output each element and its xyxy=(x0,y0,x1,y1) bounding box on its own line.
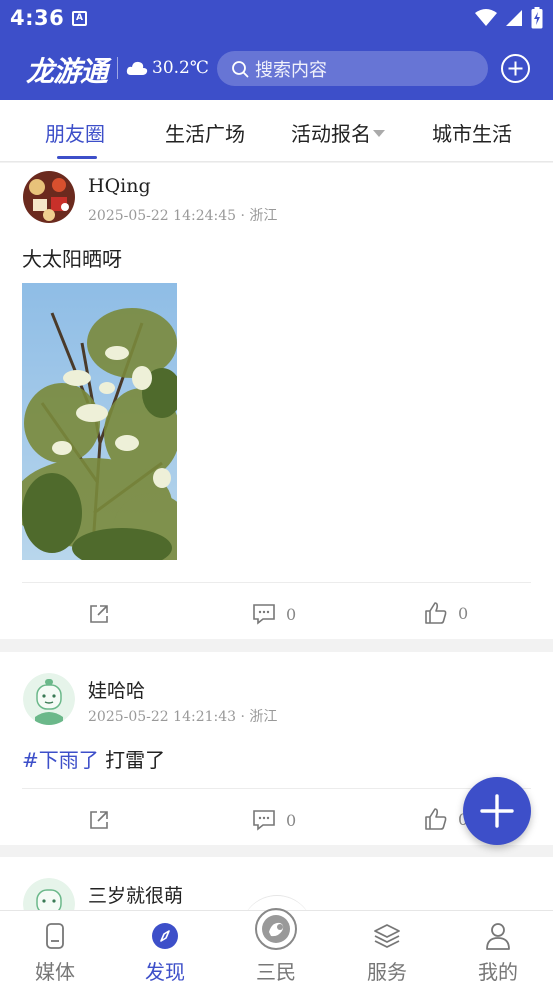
search-icon xyxy=(232,60,249,77)
weather[interactable]: 30.2℃ xyxy=(126,58,209,78)
hashtag-link[interactable]: #下雨了 xyxy=(22,748,99,772)
avatar[interactable] xyxy=(23,673,75,725)
search-placeholder: 搜索内容 xyxy=(255,59,327,81)
status-bar: 4:36 A xyxy=(0,0,553,36)
system-icons xyxy=(475,7,543,29)
nav-label: 三民 xyxy=(256,960,296,984)
avatar[interactable] xyxy=(23,171,75,223)
tree-photo-image xyxy=(22,283,177,560)
comment-button[interactable]: 0 xyxy=(252,809,296,831)
nav-sanmin[interactable]: 三民 xyxy=(221,908,331,984)
cloud-icon xyxy=(126,61,148,75)
username[interactable]: 娃哈哈 xyxy=(88,676,145,703)
header: 4:36 A 龙游通 30.2℃ 搜索内容 xyxy=(0,0,553,100)
plus-icon xyxy=(480,794,514,828)
tab-life-square[interactable]: 生活广场 xyxy=(165,118,245,147)
comment-icon xyxy=(253,810,275,831)
search-input[interactable]: 搜索内容 xyxy=(217,51,488,86)
post-text: 大太阳晒呀 xyxy=(22,247,122,271)
username[interactable]: 三岁就很萌 xyxy=(88,881,183,908)
post-card[interactable]: HQing 2025-05-22 14:24:45 · 浙江 大太阳晒呀 0 0 xyxy=(0,163,553,639)
document-icon xyxy=(46,923,64,949)
post-meta: 2025-05-22 14:21:43 · 浙江 xyxy=(88,709,278,725)
share-button[interactable] xyxy=(88,603,110,625)
temperature: 30.2℃ xyxy=(152,58,209,78)
battery-icon xyxy=(531,7,543,29)
post-body: 打雷了 xyxy=(98,748,166,772)
thumbs-up-icon xyxy=(425,602,447,624)
post-photo[interactable] xyxy=(22,283,177,560)
app-root: 4:36 A 龙游通 30.2℃ 搜索内容 朋友圈 生活广场 活动报名 城市生活… xyxy=(0,0,553,984)
share-button[interactable] xyxy=(88,809,110,831)
add-circle-icon[interactable] xyxy=(500,53,531,84)
compass-icon xyxy=(152,923,178,949)
tab-friends-circle[interactable]: 朋友圈 xyxy=(45,118,105,147)
layers-icon xyxy=(374,924,400,948)
nav-mine[interactable]: 我的 xyxy=(443,911,553,984)
app-bar: 龙游通 30.2℃ 搜索内容 xyxy=(0,44,553,96)
app-logo: 龙游通 xyxy=(26,55,108,88)
like-count: 0 xyxy=(458,603,469,623)
nav-label: 发现 xyxy=(145,960,185,984)
nav-label: 媒体 xyxy=(35,960,75,984)
category-tabs: 朋友圈 生活广场 活动报名 城市生活 xyxy=(0,100,553,162)
comment-icon xyxy=(253,604,275,625)
notification-a-icon: A xyxy=(72,11,87,26)
nav-media[interactable]: 媒体 xyxy=(0,911,110,984)
create-post-button[interactable] xyxy=(463,777,531,845)
thumbs-up-icon xyxy=(425,808,447,830)
share-icon xyxy=(90,605,108,623)
wifi-icon xyxy=(475,9,497,26)
avatar-image xyxy=(23,171,75,223)
username[interactable]: HQing xyxy=(88,175,151,197)
comment-count: 0 xyxy=(286,604,297,624)
active-tab-indicator xyxy=(57,156,97,159)
nav-service[interactable]: 服务 xyxy=(332,911,442,984)
status-time: 4:36 xyxy=(10,6,65,30)
logo-divider xyxy=(117,57,118,79)
nav-label: 我的 xyxy=(478,960,518,984)
post-meta: 2025-05-22 14:24:45 · 浙江 xyxy=(88,208,278,224)
action-divider xyxy=(22,582,531,583)
sanmin-icon xyxy=(255,908,297,950)
tab-event-signup-label: 活动报名 xyxy=(291,122,371,146)
post-text: #下雨了 打雷了 xyxy=(22,744,165,773)
share-icon xyxy=(90,811,108,829)
comment-count: 0 xyxy=(286,810,297,830)
bottom-nav: 媒体 发现 三民 服务 我的 xyxy=(0,908,553,984)
nav-label: 服务 xyxy=(367,960,407,984)
tab-city-life[interactable]: 城市生活 xyxy=(432,118,512,147)
like-button[interactable]: 0 xyxy=(424,601,468,625)
action-divider xyxy=(22,788,531,789)
nav-discover[interactable]: 发现 xyxy=(110,911,220,984)
dropdown-triangle-icon xyxy=(373,130,385,137)
person-icon xyxy=(486,923,510,950)
comment-button[interactable]: 0 xyxy=(252,603,296,625)
avatar-image xyxy=(23,673,75,725)
like-button[interactable]: 0 xyxy=(424,807,468,831)
tab-event-signup[interactable]: 活动报名 xyxy=(291,118,385,147)
signal-icon xyxy=(506,10,522,26)
